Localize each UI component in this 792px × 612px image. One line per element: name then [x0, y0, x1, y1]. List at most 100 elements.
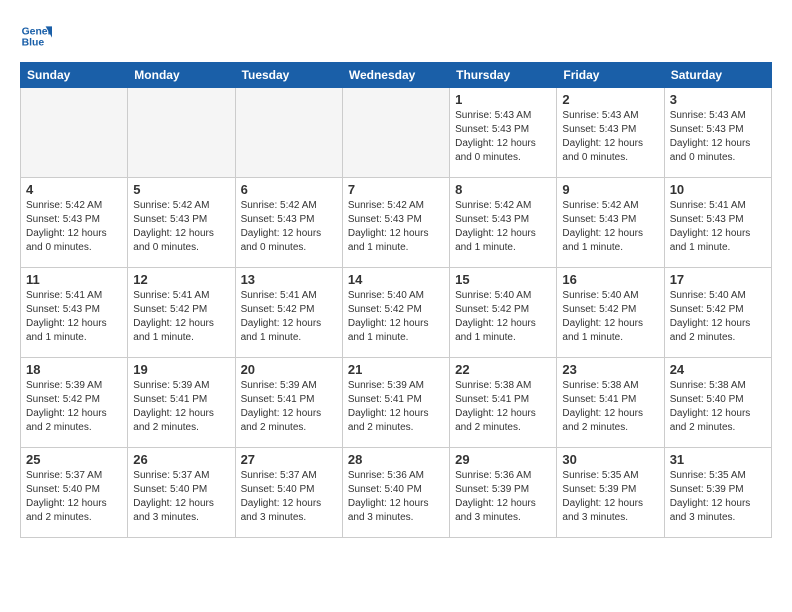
day-number: 20 [241, 362, 337, 377]
day-number: 28 [348, 452, 444, 467]
calendar-cell: 9Sunrise: 5:42 AMSunset: 5:43 PMDaylight… [557, 178, 664, 268]
calendar-cell: 31 Sunrise: 5:35 AMSunset: 5:39 PMDayligh… [664, 448, 771, 538]
logo-icon: General Blue [20, 20, 52, 52]
day-number: 29 [455, 452, 551, 467]
calendar-cell: 13 Sunrise: 5:41 AMSunset: 5:42 PMDayligh… [235, 268, 342, 358]
day-number: 13 [241, 272, 337, 287]
calendar-cell: 16 Sunrise: 5:40 AMSunset: 5:42 PMDayligh… [557, 268, 664, 358]
day-number: 2 [562, 92, 658, 107]
calendar-cell: 20 Sunrise: 5:39 AMSunset: 5:41 PMDayligh… [235, 358, 342, 448]
calendar-cell: 11 Sunrise: 5:41 AMSunset: 5:43 PMDayligh… [21, 268, 128, 358]
day-number: 4 [26, 182, 122, 197]
week-row-2: 4 Sunrise: 5:42 AMSunset: 5:43 PMDaylight… [21, 178, 772, 268]
day-number: 3 [670, 92, 766, 107]
day-number: 15 [455, 272, 551, 287]
day-info: Sunrise: 5:40 AMSunset: 5:42 PMDaylight:… [670, 289, 766, 345]
day-info: Sunrise: 5:38 AMSunset: 5:41 PMDaylight:… [455, 379, 551, 435]
week-row-5: 25 Sunrise: 5:37 AMSunset: 5:40 PMDayligh… [21, 448, 772, 538]
day-number: 26 [133, 452, 229, 467]
day-info: Sunrise: 5:37 AMSunset: 5:40 PMDaylight:… [26, 469, 122, 525]
calendar-cell: 6 Sunrise: 5:42 AMSunset: 5:43 PMDaylight… [235, 178, 342, 268]
day-info: Sunrise: 5:41 AMSunset: 5:43 PMDaylight:… [26, 289, 122, 345]
day-number: 7 [348, 182, 444, 197]
day-info: Sunrise: 5:41 AMSunset: 5:42 PMDaylight:… [241, 289, 337, 345]
calendar-cell [235, 88, 342, 178]
day-number: 5 [133, 182, 229, 197]
page-header: General Blue [20, 20, 772, 52]
day-number: 30 [562, 452, 658, 467]
day-number: 25 [26, 452, 122, 467]
calendar-cell: 28 Sunrise: 5:36 AMSunset: 5:40 PMDayligh… [342, 448, 449, 538]
week-row-1: 1Sunrise: 5:43 AMSunset: 5:43 PMDaylight… [21, 88, 772, 178]
day-number: 24 [670, 362, 766, 377]
day-info: Sunrise: 5:40 AMSunset: 5:42 PMDaylight:… [562, 289, 658, 345]
calendar-cell: 29 Sunrise: 5:36 AMSunset: 5:39 PMDayligh… [450, 448, 557, 538]
day-info: Sunrise: 5:38 AMSunset: 5:41 PMDaylight:… [562, 379, 658, 435]
day-info: Sunrise: 5:43 AMSunset: 5:43 PMDaylight:… [562, 109, 658, 165]
weekday-header-saturday: Saturday [664, 63, 771, 88]
calendar-cell: 23 Sunrise: 5:38 AMSunset: 5:41 PMDayligh… [557, 358, 664, 448]
day-info: Sunrise: 5:39 AMSunset: 5:41 PMDaylight:… [348, 379, 444, 435]
calendar-cell: 7Sunrise: 5:42 AMSunset: 5:43 PMDaylight… [342, 178, 449, 268]
calendar-cell: 21 Sunrise: 5:39 AMSunset: 5:41 PMDayligh… [342, 358, 449, 448]
calendar-cell: 22 Sunrise: 5:38 AMSunset: 5:41 PMDayligh… [450, 358, 557, 448]
calendar: SundayMondayTuesdayWednesdayThursdayFrid… [20, 62, 772, 538]
week-row-3: 11 Sunrise: 5:41 AMSunset: 5:43 PMDayligh… [21, 268, 772, 358]
svg-text:Blue: Blue [22, 38, 45, 49]
calendar-cell: 1Sunrise: 5:43 AMSunset: 5:43 PMDaylight… [450, 88, 557, 178]
day-info: Sunrise: 5:42 AMSunset: 5:43 PMDaylight:… [26, 199, 122, 255]
day-number: 31 [670, 452, 766, 467]
calendar-cell: 5 Sunrise: 5:42 AMSunset: 5:43 PMDaylight… [128, 178, 235, 268]
calendar-cell: 25 Sunrise: 5:37 AMSunset: 5:40 PMDayligh… [21, 448, 128, 538]
day-info: Sunrise: 5:42 AMSunset: 5:43 PMDaylight:… [455, 199, 551, 255]
day-number: 9 [562, 182, 658, 197]
calendar-cell [342, 88, 449, 178]
calendar-cell: 10 Sunrise: 5:41 AMSunset: 5:43 PMDayligh… [664, 178, 771, 268]
day-number: 18 [26, 362, 122, 377]
weekday-header-wednesday: Wednesday [342, 63, 449, 88]
day-number: 19 [133, 362, 229, 377]
calendar-cell: 12Sunrise: 5:41 AMSunset: 5:42 PMDayligh… [128, 268, 235, 358]
calendar-cell: 26 Sunrise: 5:37 AMSunset: 5:40 PMDayligh… [128, 448, 235, 538]
calendar-cell: 18 Sunrise: 5:39 AMSunset: 5:42 PMDayligh… [21, 358, 128, 448]
day-info: Sunrise: 5:39 AMSunset: 5:42 PMDaylight:… [26, 379, 122, 435]
calendar-cell: 27Sunrise: 5:37 AMSunset: 5:40 PMDayligh… [235, 448, 342, 538]
day-info: Sunrise: 5:39 AMSunset: 5:41 PMDaylight:… [241, 379, 337, 435]
weekday-header-friday: Friday [557, 63, 664, 88]
day-number: 27 [241, 452, 337, 467]
calendar-cell: 15 Sunrise: 5:40 AMSunset: 5:42 PMDayligh… [450, 268, 557, 358]
day-info: Sunrise: 5:40 AMSunset: 5:42 PMDaylight:… [455, 289, 551, 345]
weekday-header-sunday: Sunday [21, 63, 128, 88]
day-info: Sunrise: 5:38 AMSunset: 5:40 PMDaylight:… [670, 379, 766, 435]
day-info: Sunrise: 5:41 AMSunset: 5:43 PMDaylight:… [670, 199, 766, 255]
day-info: Sunrise: 5:41 AMSunset: 5:42 PMDaylight:… [133, 289, 229, 345]
logo: General Blue [20, 20, 52, 52]
day-info: Sunrise: 5:37 AMSunset: 5:40 PMDaylight:… [133, 469, 229, 525]
day-number: 16 [562, 272, 658, 287]
day-info: Sunrise: 5:43 AMSunset: 5:43 PMDaylight:… [455, 109, 551, 165]
calendar-cell [128, 88, 235, 178]
day-info: Sunrise: 5:40 AMSunset: 5:42 PMDaylight:… [348, 289, 444, 345]
weekday-header-monday: Monday [128, 63, 235, 88]
calendar-cell: 8Sunrise: 5:42 AMSunset: 5:43 PMDaylight… [450, 178, 557, 268]
day-number: 11 [26, 272, 122, 287]
calendar-cell: 17 Sunrise: 5:40 AMSunset: 5:42 PMDayligh… [664, 268, 771, 358]
day-number: 21 [348, 362, 444, 377]
day-number: 23 [562, 362, 658, 377]
calendar-cell: 14Sunrise: 5:40 AMSunset: 5:42 PMDayligh… [342, 268, 449, 358]
day-info: Sunrise: 5:43 AMSunset: 5:43 PMDaylight:… [670, 109, 766, 165]
day-info: Sunrise: 5:36 AMSunset: 5:40 PMDaylight:… [348, 469, 444, 525]
day-info: Sunrise: 5:36 AMSunset: 5:39 PMDaylight:… [455, 469, 551, 525]
day-info: Sunrise: 5:42 AMSunset: 5:43 PMDaylight:… [133, 199, 229, 255]
day-info: Sunrise: 5:42 AMSunset: 5:43 PMDaylight:… [241, 199, 337, 255]
day-number: 22 [455, 362, 551, 377]
day-number: 6 [241, 182, 337, 197]
day-info: Sunrise: 5:39 AMSunset: 5:41 PMDaylight:… [133, 379, 229, 435]
calendar-cell [21, 88, 128, 178]
calendar-cell: 2 Sunrise: 5:43 AMSunset: 5:43 PMDaylight… [557, 88, 664, 178]
day-number: 17 [670, 272, 766, 287]
day-number: 10 [670, 182, 766, 197]
calendar-cell: 19 Sunrise: 5:39 AMSunset: 5:41 PMDayligh… [128, 358, 235, 448]
week-row-4: 18 Sunrise: 5:39 AMSunset: 5:42 PMDayligh… [21, 358, 772, 448]
day-info: Sunrise: 5:35 AMSunset: 5:39 PMDaylight:… [670, 469, 766, 525]
